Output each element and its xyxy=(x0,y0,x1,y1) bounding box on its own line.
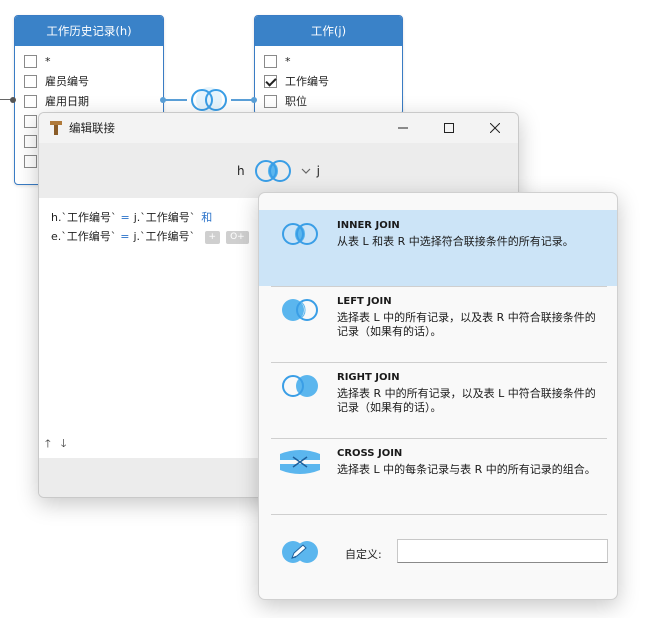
connector-node xyxy=(251,97,257,103)
minimize-button[interactable] xyxy=(380,113,426,143)
field-label: 雇用日期 xyxy=(45,95,89,108)
join-option-description: 从表 L 和表 R 中选择符合联接条件的所有记录。 xyxy=(337,235,574,248)
field-label: 职位 xyxy=(285,95,307,108)
field-row[interactable]: * xyxy=(255,51,402,71)
table-j-fields: * 工作编号职位 xyxy=(255,46,402,111)
join-option-title: RIGHT JOIN xyxy=(337,372,400,383)
right-join-icon xyxy=(282,375,318,397)
field-row[interactable]: 雇员编号 xyxy=(15,71,163,91)
condition-right-field[interactable]: j.`工作编号` xyxy=(134,211,196,224)
join-option-right[interactable]: RIGHT JOIN 选择表 R 中的所有记录，以及表 L 中符合联接条件的记录… xyxy=(259,362,617,438)
condition-operator[interactable]: = xyxy=(120,211,129,224)
field-checkbox[interactable] xyxy=(264,54,277,68)
connector-line xyxy=(163,99,187,101)
field-checkbox[interactable] xyxy=(24,54,37,68)
join-option-description: 选择表 L 中的所有记录，以及表 R 中符合联接条件的记录（如果有的话）。 xyxy=(337,311,596,338)
title-bar[interactable]: 编辑联接 xyxy=(39,113,518,143)
custom-join-pencil-icon xyxy=(282,541,318,563)
maximize-button[interactable] xyxy=(426,113,472,143)
join-option-description: 选择表 L 中的每条记录与表 R 中的所有记录的组合。 xyxy=(337,463,596,476)
maximize-icon xyxy=(444,123,454,133)
field-checkbox[interactable] xyxy=(264,94,277,108)
left-join-icon xyxy=(282,299,318,321)
table-card-j[interactable]: 工作(j) * 工作编号职位 xyxy=(254,15,403,115)
join-type-bar: h j xyxy=(39,143,518,198)
cross-join-icon xyxy=(280,450,320,474)
field-checkbox[interactable] xyxy=(24,94,37,108)
field-checkbox[interactable] xyxy=(24,114,37,128)
close-button[interactable] xyxy=(472,113,518,143)
join-option-description: 选择表 R 中的所有记录，以及表 L 中符合联接条件的记录（如果有的话）。 xyxy=(337,387,596,414)
add-group-button[interactable]: O+ xyxy=(226,230,249,244)
join-condition-row[interactable]: e.`工作编号` = j.`工作编号` + O+ xyxy=(51,228,249,244)
field-label: * xyxy=(45,54,51,68)
connector-node xyxy=(160,97,166,103)
move-down-icon[interactable]: 🡓 xyxy=(61,435,67,454)
field-checkbox[interactable] xyxy=(24,74,37,88)
join-type-venn-icon[interactable] xyxy=(251,157,295,185)
field-row[interactable]: 职位 xyxy=(255,91,402,111)
join-option-title: INNER JOIN xyxy=(337,220,400,231)
left-table-alias: h xyxy=(237,163,245,178)
join-option-inner[interactable]: INNER JOIN 从表 L 和表 R 中选择符合联接条件的所有记录。 xyxy=(259,210,617,286)
inner-join-icon xyxy=(282,223,318,245)
custom-join-label: 自定义: xyxy=(345,548,382,561)
field-label: 工作编号 xyxy=(285,75,329,88)
condition-connector[interactable]: 和 xyxy=(201,211,212,224)
join-option-cross[interactable]: CROSS JOIN 选择表 L 中的每条记录与表 R 中的所有记录的组合。 xyxy=(259,438,617,514)
table-j-title[interactable]: 工作(j) xyxy=(255,16,402,46)
field-checkbox[interactable] xyxy=(264,74,277,88)
join-option-title: CROSS JOIN xyxy=(337,448,403,459)
window-title: 编辑联接 xyxy=(69,121,115,135)
condition-right-field[interactable]: j.`工作编号` xyxy=(133,230,195,243)
condition-left-field[interactable]: e.`工作编号` xyxy=(51,230,116,243)
divider xyxy=(271,514,607,515)
right-table-alias: j xyxy=(316,163,320,178)
move-controls: 🡑 🡓 xyxy=(45,435,66,454)
add-condition-button[interactable]: + xyxy=(204,230,221,244)
field-checkbox[interactable] xyxy=(24,154,37,168)
hammer-icon xyxy=(50,121,62,135)
field-row[interactable]: 工作编号 xyxy=(255,71,402,91)
close-icon xyxy=(490,123,500,133)
table-h-title[interactable]: 工作历史记录(h) xyxy=(15,16,163,46)
join-condition-row[interactable]: h.`工作编号` = j.`工作编号` 和 xyxy=(51,209,212,225)
join-venn-icon[interactable] xyxy=(187,86,231,114)
connector-endpoint xyxy=(10,97,16,103)
move-up-icon[interactable]: 🡑 xyxy=(45,435,51,454)
condition-left-field[interactable]: h.`工作编号` xyxy=(51,211,116,224)
condition-operator[interactable]: = xyxy=(120,230,129,243)
join-type-popup: INNER JOIN 从表 L 和表 R 中选择符合联接条件的所有记录。 LEF… xyxy=(258,192,618,600)
field-row[interactable]: 雇用日期 xyxy=(15,91,163,111)
field-row[interactable]: * xyxy=(15,51,163,71)
join-option-left[interactable]: LEFT JOIN 选择表 L 中的所有记录，以及表 R 中符合联接条件的记录（… xyxy=(259,286,617,362)
minimize-icon xyxy=(398,127,408,129)
field-checkbox[interactable] xyxy=(24,134,37,148)
field-label: * xyxy=(285,54,291,68)
custom-join-input[interactable] xyxy=(397,539,608,563)
join-option-title: LEFT JOIN xyxy=(337,296,392,307)
chevron-down-icon[interactable] xyxy=(301,167,311,175)
field-label: 雇员编号 xyxy=(45,75,89,88)
